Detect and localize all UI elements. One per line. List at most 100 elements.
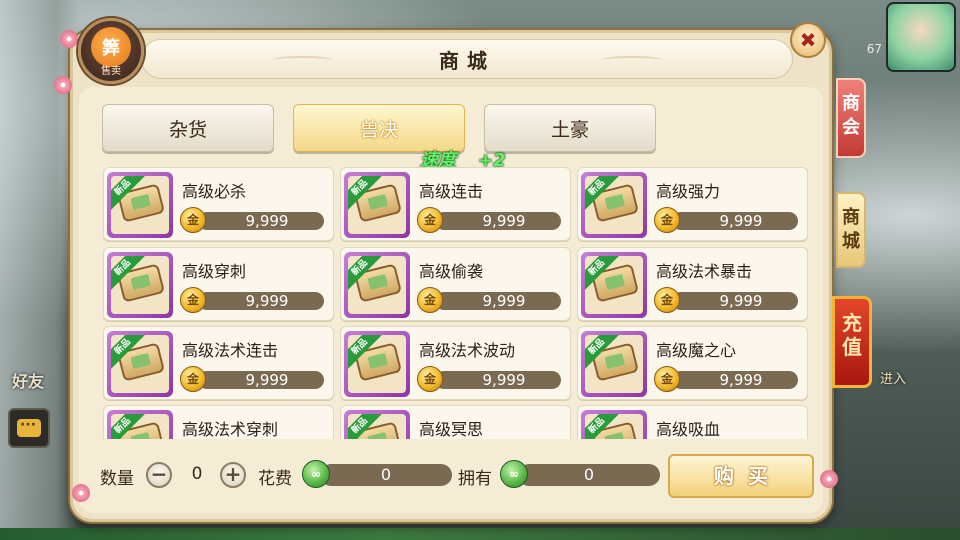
enter-label: 进入 [879,372,906,387]
side-tab-recharge[interactable]: 充值 [832,296,872,388]
sell-icon: 筭 [91,27,131,67]
item-icon-frame: 新品 [344,410,410,439]
gold-coin-icon: 金 [654,366,680,392]
sell-button[interactable]: 筭 售卖 [78,18,144,84]
gold-coin-icon: 金 [417,287,443,313]
item-price: 9,999 [435,371,561,389]
item-icon-frame: 新品 [344,331,410,397]
skill-scroll-icon: 新品 [348,256,406,314]
jade-currency-icon: ∞ [500,460,528,488]
decrease-quantity-button[interactable]: − [146,462,172,488]
side-tab-mall[interactable]: 商城 [836,192,866,268]
gold-coin-icon: 金 [417,207,443,233]
item-name: 高级必杀 [182,182,247,201]
category-tab-beast-skills[interactable]: 兽决 [293,104,465,152]
sell-label: 售卖 [101,66,121,77]
buy-button[interactable]: 购买 [668,454,814,498]
skill-scroll-icon: 新品 [111,256,169,314]
skill-scroll-icon: 新品 [348,414,406,439]
gold-coin-icon: 金 [654,287,680,313]
item-name: 高级冥思 [419,420,484,439]
item-price: 9,999 [672,212,798,230]
item-icon-frame: 新品 [581,172,647,238]
player-level: 67 [866,42,882,56]
item-icon-frame: 新品 [581,331,647,397]
close-button[interactable]: ✖ [790,22,826,58]
item-icon-frame: 新品 [107,252,173,318]
item-card[interactable]: 新品 高级强力 9,999 金 [577,167,808,241]
item-card[interactable]: 新品 高级偷袭 9,999 金 [340,247,571,321]
dialog-title: 商城 [439,48,495,73]
item-name: 高级连击 [419,182,484,201]
item-card[interactable]: 新品 高级穿刺 9,999 金 [103,247,334,321]
item-price: 9,999 [672,371,798,389]
jade-currency-icon: ∞ [302,460,330,488]
category-tab-groceries[interactable]: 杂货 [102,104,274,152]
item-name: 高级强力 [656,182,721,201]
item-card[interactable]: 新品高级冥思9,999金 [340,405,571,439]
item-price: 9,999 [198,212,324,230]
item-card[interactable]: 新品 高级魔之心 9,999 金 [577,326,808,400]
skill-scroll-icon: 新品 [348,335,406,393]
side-tab-chamber[interactable]: 商会 [836,78,866,158]
item-icon-frame: 新品 [107,172,173,238]
item-price: 9,999 [435,212,561,230]
quantity-value[interactable]: 0 [182,464,212,484]
item-name: 高级法术波动 [419,341,516,360]
bottom-scenery-strip [0,528,960,540]
flower-decoration [60,30,78,48]
item-price: 9,999 [672,292,798,310]
skill-scroll-icon: 新品 [111,176,169,234]
gold-coin-icon: 金 [180,287,206,313]
item-price: 9,999 [435,292,561,310]
skill-scroll-icon: 新品 [585,256,643,314]
player-avatar[interactable] [886,2,956,72]
flower-decoration [54,76,72,94]
item-name: 高级法术暴击 [656,262,753,281]
item-icon-frame: 新品 [344,252,410,318]
item-icon-frame: 新品 [107,331,173,397]
item-name: 高级魔之心 [656,341,737,360]
title-bar: 商城 [141,39,793,79]
title-decoration-right [602,56,662,64]
gold-coin-icon: 金 [180,207,206,233]
close-icon: ✖ [799,28,817,52]
gold-coin-icon: 金 [417,366,443,392]
skill-scroll-icon: 新品 [585,176,643,234]
skill-scroll-icon: 新品 [348,176,406,234]
skill-scroll-icon: 新品 [585,414,643,439]
item-icon-frame: 新品 [107,410,173,439]
chat-bubble-icon [17,417,41,437]
item-card[interactable]: 新品 高级法术连击 9,999 金 [103,326,334,400]
gold-coin-icon: 金 [180,366,206,392]
skill-scroll-icon: 新品 [585,335,643,393]
item-name: 高级法术连击 [182,341,279,360]
item-card[interactable]: 新品高级吸血9,999金 [577,405,808,439]
flower-decoration [72,484,90,502]
friends-button[interactable]: 好友 [12,368,44,392]
skill-scroll-icon: 新品 [111,414,169,439]
item-name: 高级法术穿刺 [182,420,279,439]
increase-quantity-button[interactable]: + [220,462,246,488]
item-card[interactable]: 新品 高级法术暴击 9,999 金 [577,247,808,321]
cost-label: 花费 [258,469,292,489]
owned-value: 0 [518,464,660,486]
quantity-label: 数量 [100,469,134,489]
purchase-bar: 数量 − 0 + 花费 0 ∞ 拥有 0 ∞ 购买 [84,448,824,504]
flower-decoration [820,470,838,488]
owned-label: 拥有 [458,469,492,489]
item-grid: 新品 高级必杀 9,999 金新品 高级连击 9,999 金新品 高级强力 9,999 金新品 高级… [103,167,809,439]
item-icon-frame: 新品 [344,172,410,238]
item-card[interactable]: 新品 高级连击 9,999 金 [340,167,571,241]
cost-value: 0 [320,464,452,486]
item-price: 9,999 [198,371,324,389]
category-tab-tycoon[interactable]: 土豪 [484,104,656,152]
title-decoration-left [272,56,332,64]
chat-button[interactable] [8,408,50,448]
item-name: 高级偷袭 [419,262,484,281]
item-icon-frame: 新品 [581,410,647,439]
item-card[interactable]: 新品 高级法术波动 9,999 金 [340,326,571,400]
skill-scroll-icon: 新品 [111,335,169,393]
item-card[interactable]: 新品高级法术穿刺9,999金 [103,405,334,439]
item-card[interactable]: 新品 高级必杀 9,999 金 [103,167,334,241]
